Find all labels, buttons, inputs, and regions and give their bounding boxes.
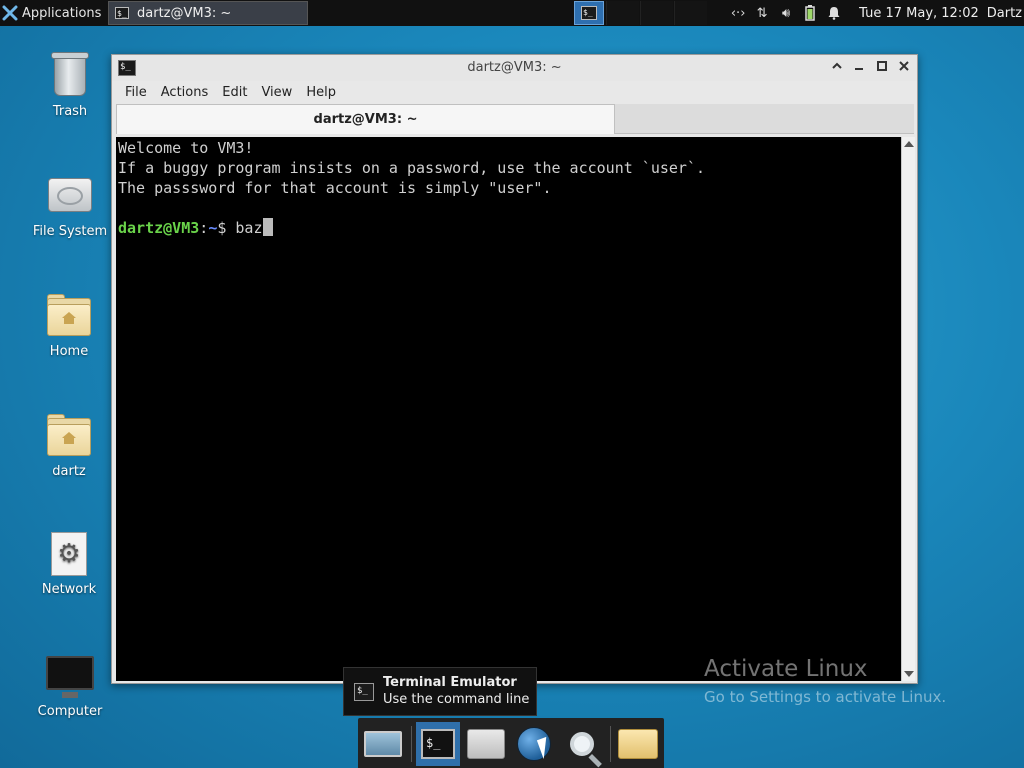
terminal-prompt-line: dartz@VM3:~$ baz <box>118 218 899 238</box>
window-close-button[interactable] <box>895 59 913 77</box>
applications-menu[interactable]: Applications <box>0 0 101 26</box>
trash-icon <box>46 52 94 100</box>
terminal-icon: $_ <box>581 6 597 20</box>
window-shade-button[interactable] <box>828 59 846 77</box>
folder-icon <box>618 729 658 759</box>
chevron-up-icon <box>832 62 842 69</box>
terminal-icon: $_ <box>115 7 129 19</box>
dock-app-finder[interactable] <box>560 722 604 766</box>
prompt-separator: : <box>199 219 209 237</box>
dock-tooltip: $_ Terminal Emulator Use the command lin… <box>343 667 537 716</box>
terminal-line: If a buggy program insists on a password… <box>118 159 705 177</box>
maximize-icon <box>877 61 887 71</box>
dock-separator <box>411 726 412 762</box>
text-cursor <box>262 218 273 236</box>
dock-file-manager[interactable] <box>464 722 508 766</box>
watermark-title: Activate Linux <box>704 656 868 682</box>
taskbar-window-button[interactable]: $_ dartz@VM3: ~ <box>108 1 308 25</box>
dock: $_ <box>358 718 664 768</box>
menu-actions[interactable]: Actions <box>154 85 216 100</box>
xfce-logo-icon <box>2 5 18 21</box>
workspace-4[interactable] <box>674 1 707 25</box>
tooltip-subtitle: Use the command line <box>383 692 530 707</box>
applications-label: Applications <box>22 5 102 21</box>
scroll-up-arrow-icon[interactable] <box>904 141 914 147</box>
prompt-user: dartz@VM3 <box>118 219 200 237</box>
terminal-icon: $_ <box>421 729 455 759</box>
volume-icon[interactable]: 🔊︎ <box>775 3 797 23</box>
menu-help[interactable]: Help <box>299 85 343 100</box>
watermark-subtitle: Go to Settings to activate Linux. <box>704 688 947 706</box>
network-arrows-icon[interactable]: ‹·› <box>727 3 749 23</box>
workspace-1[interactable]: $_ <box>574 1 604 25</box>
tab-bar: dartz@VM3: ~ <box>116 104 914 134</box>
window-titlebar[interactable]: $_ dartz@VM3: ~ <box>112 55 917 81</box>
dock-web-browser[interactable] <box>512 722 556 766</box>
menu-file[interactable]: File <box>118 85 154 100</box>
prompt-symbol: $ <box>217 219 236 237</box>
top-panel: Applications $_ dartz@VM3: ~ $_ ‹·› ⇅ 🔊︎… <box>0 0 1024 26</box>
window-minimize-button[interactable] <box>850 59 868 77</box>
window-maximize-button[interactable] <box>873 59 891 77</box>
desktop-icon-file-system[interactable]: File System <box>25 172 115 239</box>
desktop-icon-label: Network <box>41 582 97 597</box>
desktop-icon-computer[interactable]: Computer <box>25 652 115 719</box>
tooltip-title: Terminal Emulator <box>383 675 517 690</box>
menu-bar: File Actions Edit View Help <box>112 81 917 103</box>
clock[interactable]: Tue 17 May, 12:02 <box>859 6 979 21</box>
network-updown-icon[interactable]: ⇅ <box>751 3 773 23</box>
desktop-icon-trash[interactable]: Trash <box>25 52 115 119</box>
home-folder-icon <box>45 292 93 340</box>
taskbar-window-title: dartz@VM3: ~ <box>137 5 232 21</box>
menu-edit[interactable]: Edit <box>215 85 254 100</box>
workspace-2[interactable] <box>606 1 639 25</box>
home-folder-icon <box>467 729 505 759</box>
activation-watermark: Activate Linux Go to Settings to activat… <box>704 656 946 706</box>
user-menu[interactable]: Dartz <box>987 6 1022 21</box>
notification-bell-icon[interactable] <box>823 3 845 23</box>
monitor-icon <box>46 652 94 700</box>
desktop-icon-label: File System <box>32 224 108 239</box>
terminal-output[interactable]: Welcome to VM3! If a buggy program insist… <box>116 137 901 681</box>
workspace-3[interactable] <box>640 1 673 25</box>
tab-terminal[interactable]: dartz@VM3: ~ <box>116 104 615 134</box>
minimize-icon <box>855 68 863 70</box>
dock-separator <box>610 726 611 762</box>
desktop-icon-label: Home <box>49 344 89 359</box>
desktop-icon-label: Computer <box>37 704 103 719</box>
window-title: dartz@VM3: ~ <box>467 60 562 75</box>
desktop-icon-dartz[interactable]: dartz <box>24 412 114 479</box>
terminal-line: Welcome to VM3! <box>118 139 254 157</box>
dock-show-desktop[interactable] <box>361 722 405 766</box>
terminal-scrollbar[interactable] <box>901 137 915 681</box>
dock-folder[interactable] <box>616 722 660 766</box>
home-folder-icon <box>45 412 93 460</box>
prompt-path: ~ <box>208 219 218 237</box>
show-desktop-icon <box>364 731 402 757</box>
desktop-icon-label: dartz <box>52 464 86 479</box>
terminal-icon: $_ <box>354 683 374 701</box>
search-icon <box>570 732 594 756</box>
terminal-line: The passsword for that account is simply… <box>118 179 552 197</box>
system-tray: ‹·› ⇅ 🔊︎ Tue 17 May, 12:02 Dartz <box>725 0 1024 26</box>
command-input[interactable]: baz <box>235 219 262 237</box>
terminal-window: $_ dartz@VM3: ~ File Actions Edit View H… <box>111 54 918 684</box>
dock-terminal[interactable]: $_ <box>416 722 460 766</box>
close-icon <box>899 61 909 71</box>
desktop-icon-label: Trash <box>52 104 88 119</box>
battery-icon[interactable] <box>799 3 821 23</box>
desktop-icon-network[interactable]: ⚙ Network <box>24 530 114 597</box>
network-icon: ⚙ <box>45 530 93 578</box>
drive-icon <box>46 172 94 220</box>
menu-view[interactable]: View <box>254 85 299 100</box>
desktop-icon-home[interactable]: Home <box>24 292 114 359</box>
